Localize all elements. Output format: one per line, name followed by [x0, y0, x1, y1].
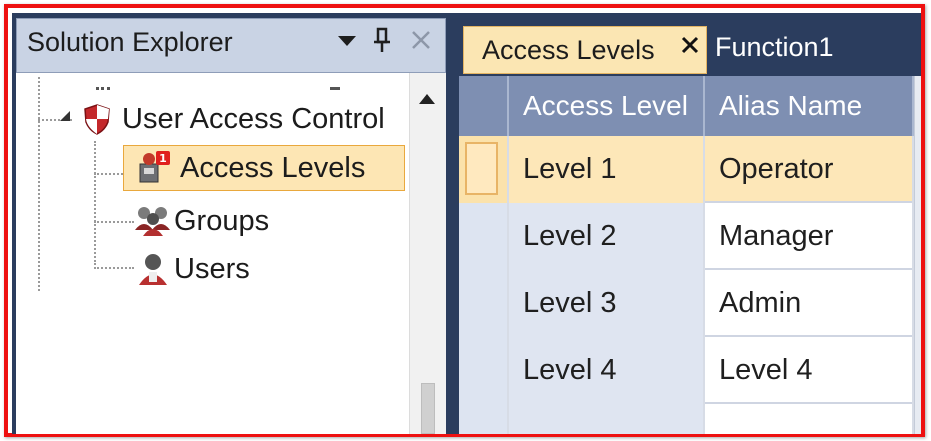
- tree-item-access-levels[interactable]: 1 Access Levels: [123, 145, 405, 191]
- row-header-cell[interactable]: [459, 136, 509, 203]
- access-levels-icon: 1: [136, 150, 172, 186]
- cell-text: Level 4: [719, 354, 813, 386]
- cell-text: Level 4: [523, 354, 617, 386]
- svg-text:1: 1: [159, 152, 167, 165]
- scroll-up-arrow-icon[interactable]: [416, 87, 438, 113]
- cell-access-level[interactable]: [509, 404, 705, 434]
- explorer-scrollbar[interactable]: [409, 73, 446, 434]
- clipped-tree-item-mark: [330, 87, 340, 90]
- table-row[interactable]: Level 2 Manager: [459, 203, 921, 270]
- grid-header-row: Access Level Alias Name: [459, 76, 921, 136]
- tree-guide-line: [38, 77, 40, 291]
- column-header-access-level[interactable]: Access Level: [509, 76, 705, 136]
- row-header-cell[interactable]: [459, 270, 509, 337]
- scroll-thumb[interactable]: [421, 383, 435, 434]
- solution-explorer-pane: Solution Explorer User Access Control 1 …: [16, 18, 446, 434]
- grid-right-edge: [914, 76, 921, 434]
- current-row-indicator: [465, 142, 498, 195]
- collapse-arrow-icon[interactable]: [58, 109, 72, 128]
- tree-item-users[interactable]: Users: [134, 249, 250, 289]
- tree-item-label: User Access Control: [122, 102, 385, 135]
- solution-explorer-tree: User Access Control 1 Access Levels Grou…: [16, 73, 446, 434]
- tab-close-icon[interactable]: [680, 33, 700, 64]
- cell-text: Operator: [719, 153, 834, 185]
- solution-explorer-title: Solution Explorer: [27, 27, 233, 57]
- column-header-label: Access Level: [523, 90, 688, 121]
- cell-access-level[interactable]: Level 1: [509, 136, 705, 203]
- tree-item-label: Groups: [174, 204, 270, 237]
- users-icon: [134, 252, 172, 286]
- grid-corner-cell[interactable]: [459, 76, 509, 136]
- screenshot-frame: Solution Explorer User Access Control 1 …: [4, 4, 925, 437]
- table-row[interactable]: Level 3 Admin: [459, 270, 921, 337]
- table-row-partial[interactable]: [459, 404, 921, 434]
- clipped-tree-item: [96, 87, 110, 90]
- cell-text: Level 2: [523, 220, 617, 252]
- cell-access-level[interactable]: Level 4: [509, 337, 705, 404]
- tree-item-groups[interactable]: Groups: [134, 201, 269, 241]
- cell-text: Manager: [719, 220, 834, 252]
- dropdown-arrow-icon[interactable]: [335, 25, 359, 62]
- tree-item-label: Users: [174, 252, 250, 285]
- cell-text: Level 3: [523, 287, 617, 319]
- tree-guide-line: [94, 221, 134, 223]
- tab-label: Access Levels: [482, 34, 655, 65]
- column-header-label: Alias Name: [719, 90, 863, 121]
- tree-item-user-access-control[interactable]: User Access Control: [80, 99, 385, 139]
- row-header-cell[interactable]: [459, 203, 509, 270]
- cell-text: Level 1: [523, 153, 617, 185]
- shield-icon: [80, 102, 114, 136]
- pin-icon[interactable]: [371, 25, 393, 64]
- tab-access-levels[interactable]: Access Levels: [463, 26, 707, 74]
- tree-guide-line: [94, 141, 96, 265]
- tree-guide-line: [94, 267, 134, 269]
- tree-item-label: Access Levels: [180, 151, 366, 184]
- close-icon[interactable]: [409, 25, 433, 64]
- cell-alias-name[interactable]: Operator: [705, 136, 914, 203]
- cell-access-level[interactable]: Level 2: [509, 203, 705, 270]
- tab-label: Function1: [715, 32, 834, 62]
- access-levels-grid: Access Level Alias Name Level 1 Operator: [459, 76, 921, 434]
- row-header-cell[interactable]: [459, 337, 509, 404]
- cell-alias-name[interactable]: [705, 404, 914, 434]
- cell-access-level[interactable]: Level 3: [509, 270, 705, 337]
- ide-window: Solution Explorer User Access Control 1 …: [12, 13, 921, 434]
- row-header-cell[interactable]: [459, 404, 509, 434]
- cell-alias-name[interactable]: Manager: [705, 203, 914, 270]
- cell-alias-name[interactable]: Admin: [705, 270, 914, 337]
- column-header-alias-name[interactable]: Alias Name: [705, 76, 914, 136]
- cell-alias-name[interactable]: Level 4: [705, 337, 914, 404]
- groups-icon: [134, 204, 172, 238]
- tab-function1[interactable]: Function1: [715, 32, 834, 63]
- solution-explorer-header: Solution Explorer: [16, 18, 446, 73]
- table-row[interactable]: Level 1 Operator: [459, 136, 921, 203]
- table-row[interactable]: Level 4 Level 4: [459, 337, 921, 404]
- document-pane: Access Levels Function1 Access Level Ali…: [453, 18, 921, 434]
- cell-text: Admin: [719, 287, 802, 319]
